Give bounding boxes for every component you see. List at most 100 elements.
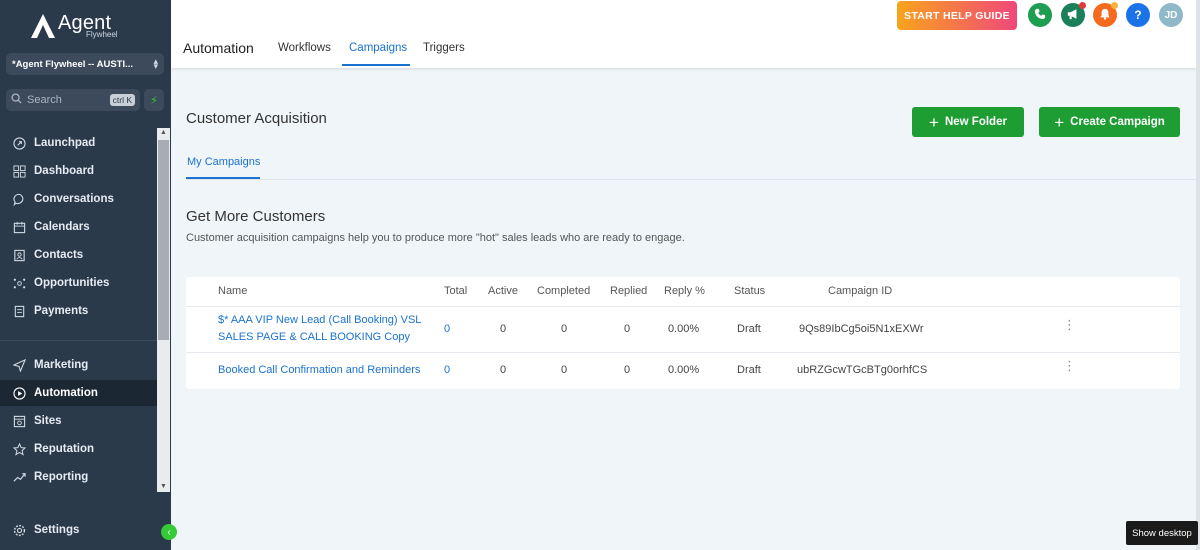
sidebar-scrollbar[interactable]: ▲ ▼: [157, 128, 170, 492]
bell-icon: [1099, 8, 1111, 23]
campaign-id: ubRZGcwTGcBTg0orhfCS: [797, 364, 928, 376]
logo-mark-icon: [30, 12, 56, 40]
plus-icon: +: [929, 112, 939, 132]
megaphone-icon: [1067, 8, 1079, 23]
show-desktop-tooltip: Show desktop: [1126, 521, 1198, 545]
trend-icon: [12, 470, 26, 484]
campaigns-description: Customer acquisition campaigns help you …: [186, 232, 685, 244]
campaigns-heading: Get More Customers: [186, 208, 326, 225]
opportunities-icon: [12, 276, 26, 290]
sidebar-item-settings[interactable]: Settings: [0, 517, 157, 543]
col-status: Status: [734, 285, 766, 297]
row-menu-icon[interactable]: ⋮: [1063, 318, 1076, 331]
sidebar-divider: [0, 340, 157, 341]
reply-pct: 0.00%: [668, 364, 700, 376]
sidebar-item-contacts[interactable]: Contacts: [0, 242, 157, 268]
chat-icon: [12, 192, 26, 206]
search-shortcut: ctrl K: [109, 94, 135, 106]
scroll-up-icon[interactable]: ▲: [157, 128, 170, 138]
col-active: Active: [488, 285, 518, 297]
sidebar-item-reputation[interactable]: Reputation: [0, 436, 157, 462]
account-label: *Agent Flywheel -- AUSTI...: [12, 58, 134, 70]
tab-my-campaigns[interactable]: My Campaigns: [187, 156, 260, 168]
subtab-divider: [186, 179, 1196, 180]
account-switcher[interactable]: *Agent Flywheel -- AUSTI... ▴ ▾: [6, 53, 164, 75]
total-count-link[interactable]: 0: [444, 323, 450, 335]
tab-triggers[interactable]: Triggers: [423, 42, 465, 54]
section-title: Customer Acquisition: [186, 110, 327, 127]
chevron-updown-icon: ▴ ▾: [153, 55, 158, 71]
campaign-name-link[interactable]: SALES PAGE & CALL BOOKING Copy: [218, 331, 410, 343]
collapse-sidebar-icon[interactable]: ‹: [161, 524, 177, 540]
window-edge: [1196, 0, 1200, 550]
sidebar-item-calendars[interactable]: Calendars: [0, 214, 157, 240]
col-replied: Replied: [610, 285, 648, 297]
campaign-name-link[interactable]: Booked Call Confirmation and Reminders: [218, 364, 420, 376]
total-count-link[interactable]: 0: [444, 364, 450, 376]
completed-count: 0: [561, 364, 568, 376]
campaigns-table: Name Total Active Completed Replied Repl…: [186, 277, 1180, 389]
col-completed: Completed: [537, 285, 591, 297]
status-text: Draft: [737, 323, 761, 335]
contacts-icon: [12, 248, 26, 262]
sidebar-item-launchpad[interactable]: Launchpad: [0, 130, 157, 156]
phone-icon: [1034, 8, 1046, 23]
payments-icon: [12, 304, 26, 318]
sidebar-item-marketing[interactable]: Marketing: [0, 352, 157, 378]
automation-icon: [12, 386, 26, 400]
send-icon: [12, 358, 26, 372]
col-reply-pct: Reply %: [664, 285, 705, 297]
sidebar-item-automation[interactable]: Automation: [0, 380, 157, 406]
brand-sub: Flywheel: [86, 30, 118, 39]
status-text: Draft: [737, 364, 761, 376]
campaign-name-link[interactable]: $* AAA VIP New Lead (Call Booking) VSL: [218, 314, 421, 326]
sidebar-item-opportunities[interactable]: Opportunities: [0, 270, 157, 296]
scroll-down-icon[interactable]: ▼: [157, 482, 170, 492]
launchpad-icon: [12, 136, 26, 150]
phone-button[interactable]: [1028, 3, 1052, 27]
gear-icon: [12, 523, 26, 537]
col-total: Total: [444, 285, 468, 297]
active-count: 0: [500, 364, 507, 376]
replied-count: 0: [624, 364, 631, 376]
start-help-guide-button[interactable]: START HELP GUIDE: [897, 1, 1017, 30]
replied-count: 0: [624, 323, 631, 335]
scrollbar-thumb[interactable]: [158, 140, 169, 340]
col-name: Name: [218, 285, 248, 297]
avatar[interactable]: JD: [1159, 3, 1183, 27]
create-campaign-button[interactable]: + Create Campaign: [1039, 107, 1180, 137]
sites-icon: [12, 414, 26, 428]
announcements-button[interactable]: [1061, 2, 1086, 27]
notification-dot: [1079, 2, 1086, 9]
reply-pct: 0.00%: [668, 323, 700, 335]
page-title: Automation: [183, 40, 254, 56]
quick-action-bolt-icon[interactable]: ⚡: [144, 89, 164, 111]
search-placeholder: Search: [27, 94, 62, 106]
plus-icon: +: [1054, 112, 1065, 132]
star-icon: [12, 442, 26, 456]
sidebar-item-payments[interactable]: Payments: [0, 298, 157, 324]
campaign-id: 9Qs89IbCg5oi5N1xEXWr: [799, 323, 924, 335]
brand-logo[interactable]: Agent Flywheel: [30, 10, 140, 42]
sidebar-item-sites[interactable]: Sites: [0, 408, 157, 434]
question-icon: ?: [1134, 8, 1142, 22]
search-icon: [11, 93, 22, 107]
active-tab-indicator: [342, 64, 410, 66]
row-divider: [186, 352, 1180, 353]
sidebar-item-reporting[interactable]: Reporting: [0, 464, 157, 490]
notifications-button[interactable]: [1093, 2, 1118, 27]
help-button[interactable]: ?: [1126, 3, 1150, 27]
sidebar: Agent Flywheel *Agent Flywheel -- AUSTI.…: [0, 0, 171, 550]
search-input[interactable]: Search ctrl K: [6, 89, 140, 111]
row-divider: [186, 306, 1180, 307]
sidebar-item-dashboard[interactable]: Dashboard: [0, 158, 157, 184]
calendar-icon: [12, 220, 26, 234]
completed-count: 0: [561, 323, 568, 335]
tab-workflows[interactable]: Workflows: [278, 42, 331, 54]
col-campaign-id: Campaign ID: [828, 285, 893, 297]
tab-campaigns[interactable]: Campaigns: [349, 42, 407, 54]
row-menu-icon[interactable]: ⋮: [1063, 359, 1076, 372]
new-folder-button[interactable]: + New Folder: [912, 107, 1024, 137]
sidebar-item-conversations[interactable]: Conversations: [0, 186, 157, 212]
notification-dot: [1111, 2, 1118, 9]
